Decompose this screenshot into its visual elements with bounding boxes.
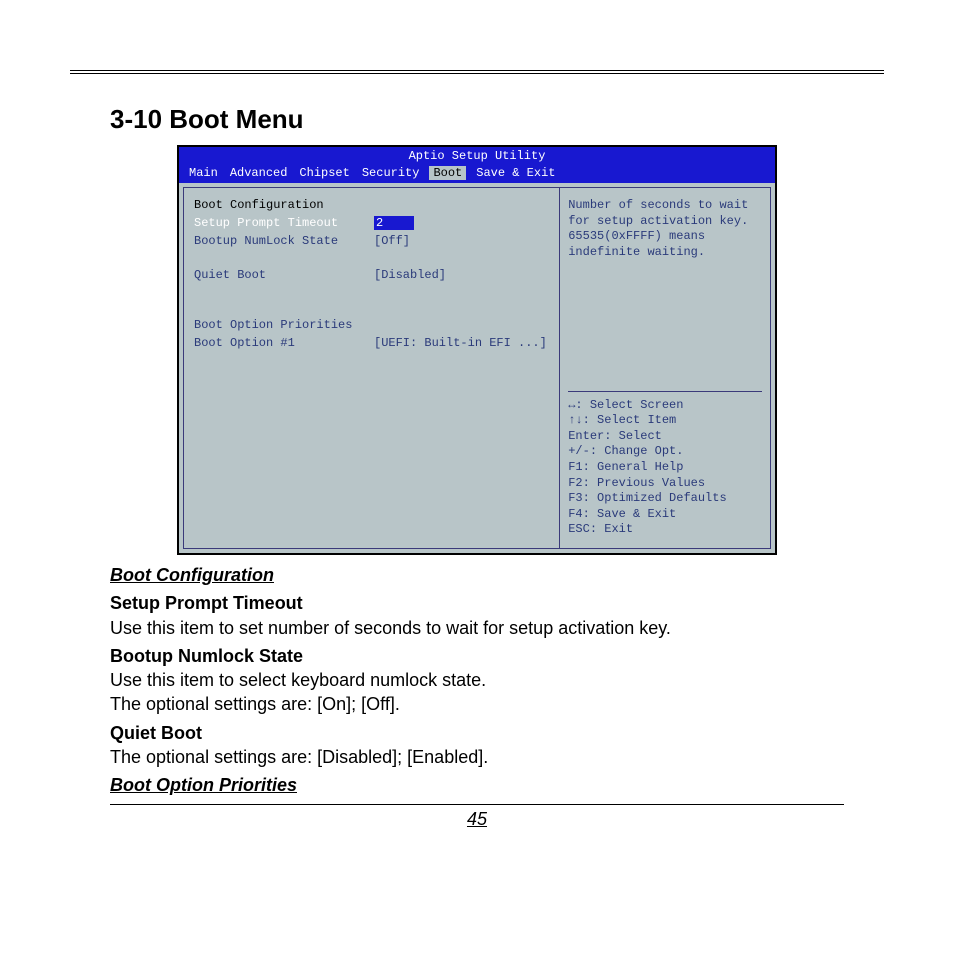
doc-numlock-body2: The optional settings are: [On]; [Off]. bbox=[110, 694, 400, 714]
boot-config-heading: Boot Configuration bbox=[194, 198, 549, 212]
hint-select-item: ↑↓: Select Item bbox=[568, 413, 762, 429]
doc-boot-config-heading: Boot Configuration bbox=[110, 563, 844, 587]
bios-key-hints: ↔: Select Screen ↑↓: Select Item Enter: … bbox=[568, 391, 762, 538]
setup-prompt-row[interactable]: Setup Prompt Timeout 2 bbox=[194, 216, 549, 230]
doc-numlock-heading: Bootup Numlock State bbox=[110, 644, 844, 668]
bios-right-panel: Number of seconds to wait for setup acti… bbox=[559, 187, 771, 549]
hint-change-opt: +/-: Change Opt. bbox=[568, 444, 762, 460]
quiet-boot-value[interactable]: [Disabled] bbox=[374, 268, 549, 282]
doc-numlock-body1: Use this item to select keyboard numlock… bbox=[110, 670, 486, 690]
bios-tab-save-exit[interactable]: Save & Exit bbox=[474, 166, 557, 180]
doc-quiet-boot-body: The optional settings are: [Disabled]; [… bbox=[110, 747, 488, 767]
setup-prompt-label: Setup Prompt Timeout bbox=[194, 216, 374, 230]
quiet-boot-row[interactable]: Quiet Boot [Disabled] bbox=[194, 268, 549, 282]
hint-enter: Enter: Select bbox=[568, 429, 762, 445]
top-double-rule bbox=[70, 70, 884, 74]
boot-priorities-heading: Boot Option Priorities bbox=[194, 318, 549, 332]
bios-body: Boot Configuration Setup Prompt Timeout … bbox=[179, 183, 775, 553]
bottom-rule bbox=[110, 804, 844, 805]
bios-title-bar: Aptio Setup Utility bbox=[179, 147, 775, 165]
bios-tab-boot[interactable]: Boot bbox=[429, 166, 466, 180]
doc-boot-priorities-heading: Boot Option Priorities bbox=[110, 773, 844, 797]
hint-f4: F4: Save & Exit bbox=[568, 507, 762, 523]
page-number: 45 bbox=[70, 809, 884, 830]
numlock-value[interactable]: [Off] bbox=[374, 234, 549, 248]
hint-f2: F2: Previous Values bbox=[568, 476, 762, 492]
bios-tab-chipset[interactable]: Chipset bbox=[297, 166, 351, 180]
hint-esc: ESC: Exit bbox=[568, 522, 762, 538]
bios-tab-advanced[interactable]: Advanced bbox=[228, 166, 290, 180]
boot-option-1-value[interactable]: [UEFI: Built-in EFI ...] bbox=[374, 336, 549, 350]
bios-screenshot: Aptio Setup Utility Main Advanced Chipse… bbox=[177, 145, 777, 555]
boot-option-1-row[interactable]: Boot Option #1 [UEFI: Built-in EFI ...] bbox=[194, 336, 549, 350]
hint-select-screen: ↔: Select Screen bbox=[568, 398, 762, 414]
doc-setup-prompt-body: Use this item to set number of seconds t… bbox=[110, 618, 671, 638]
manual-page: 3-10 Boot Menu Aptio Setup Utility Main … bbox=[0, 0, 954, 954]
bios-left-panel: Boot Configuration Setup Prompt Timeout … bbox=[183, 187, 559, 549]
hint-f3: F3: Optimized Defaults bbox=[568, 491, 762, 507]
hint-f1: F1: General Help bbox=[568, 460, 762, 476]
bios-help-text: Number of seconds to wait for setup acti… bbox=[568, 198, 762, 260]
doc-description: Boot Configuration Setup Prompt Timeout … bbox=[110, 563, 844, 798]
section-heading: 3-10 Boot Menu bbox=[110, 104, 884, 135]
bios-tab-bar: Main Advanced Chipset Security Boot Save… bbox=[179, 165, 775, 183]
numlock-label: Bootup NumLock State bbox=[194, 234, 374, 248]
quiet-boot-label: Quiet Boot bbox=[194, 268, 374, 282]
numlock-row[interactable]: Bootup NumLock State [Off] bbox=[194, 234, 549, 248]
doc-quiet-boot-heading: Quiet Boot bbox=[110, 721, 844, 745]
doc-setup-prompt-heading: Setup Prompt Timeout bbox=[110, 591, 844, 615]
bios-tab-security[interactable]: Security bbox=[360, 166, 422, 180]
setup-prompt-value[interactable]: 2 bbox=[374, 216, 414, 230]
bios-tab-main[interactable]: Main bbox=[187, 166, 220, 180]
boot-option-1-label: Boot Option #1 bbox=[194, 336, 374, 350]
